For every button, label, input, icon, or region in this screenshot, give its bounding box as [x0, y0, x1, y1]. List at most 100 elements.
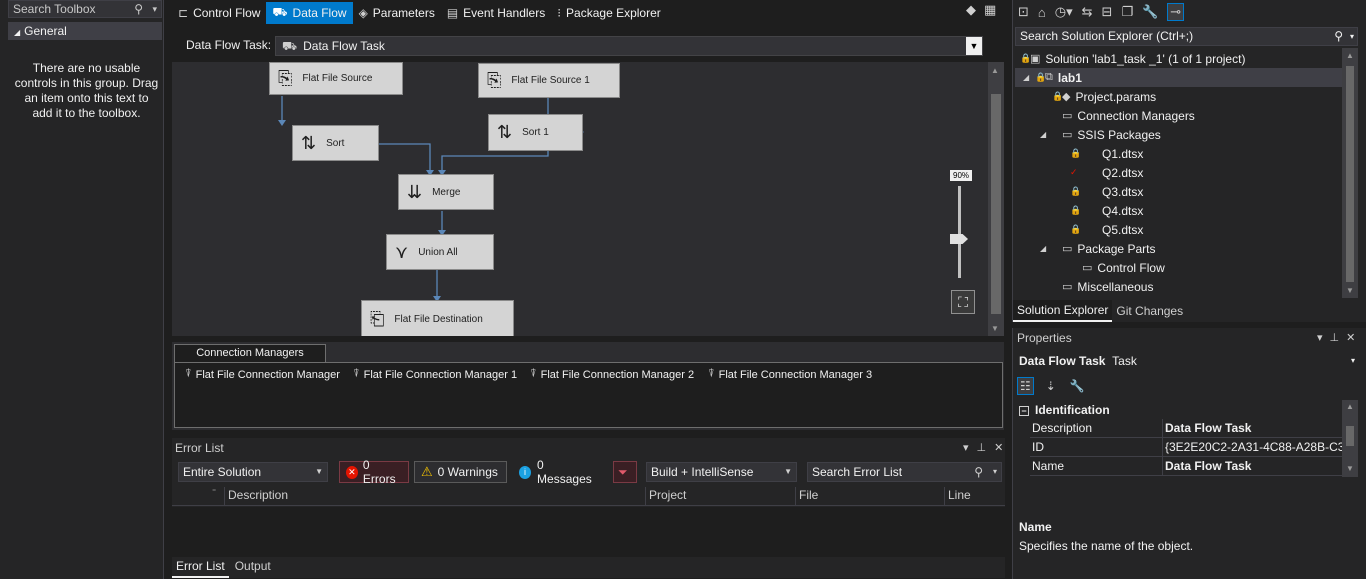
expanded-arrow-icon[interactable]: ◢ [1040, 244, 1052, 253]
tab-git-changes[interactable]: Git Changes [1112, 301, 1187, 321]
tree-item-connection-managers[interactable]: ▭ Connection Managers [1062, 106, 1195, 125]
dropdown-icon[interactable]: ▾ [1317, 331, 1323, 344]
column-separator[interactable] [645, 487, 646, 505]
properties-icon[interactable]: 🔧 [1142, 4, 1158, 20]
column-separator[interactable] [944, 487, 945, 505]
expanded-arrow-icon[interactable]: ◢ [1040, 130, 1052, 139]
connection-manager-item[interactable]: ⍒ Flat File Connection Manager 1 [353, 368, 517, 381]
error-scope-select[interactable]: Entire Solution ▼ [178, 462, 328, 482]
tree-item-control-flow[interactable]: ▭ Control Flow [1082, 258, 1165, 277]
connection-manager-item[interactable]: ⍒ Flat File Connection Manager [185, 368, 340, 381]
scroll-down-icon[interactable]: ▼ [1346, 286, 1354, 295]
tab-solution-explorer[interactable]: Solution Explorer [1013, 300, 1113, 322]
tab-control-flow[interactable]: ⊏ Control Flow [172, 2, 266, 24]
property-value[interactable]: Data Flow Task [1165, 457, 1342, 475]
property-category-identification[interactable]: − Identification [1015, 401, 1342, 419]
column-separator[interactable] [795, 487, 796, 505]
categorized-icon[interactable]: ☷ [1017, 377, 1034, 395]
show-all-files-icon[interactable]: ❐ [1121, 4, 1133, 20]
node-flat-file-destination[interactable]: ⎗ Flat File Destination [361, 300, 514, 336]
node-union-all[interactable]: ⋎ Union All [386, 234, 494, 270]
property-row[interactable]: Name Data Flow Task [1030, 457, 1342, 476]
column-header-project[interactable]: Project [649, 488, 686, 502]
toolbox-group-general[interactable]: ◢ General [8, 22, 162, 40]
tab-parameters[interactable]: ◈ Parameters [353, 2, 441, 24]
variables-icon[interactable]: ◆ [966, 2, 976, 18]
canvas-vertical-scrollbar[interactable]: ▲ ▼ [988, 62, 1004, 336]
scrollbar-thumb[interactable] [1346, 66, 1354, 282]
collapse-all-icon[interactable]: ⊟ [1102, 4, 1113, 20]
tab-package-explorer[interactable]: ⁝ Package Explorer [551, 2, 667, 24]
close-icon[interactable]: ✕ [994, 441, 1003, 454]
task-selector-combo[interactable]: ⛟ Data Flow Task ▼ [275, 36, 983, 56]
chevron-down-icon[interactable]: ▼ [966, 37, 982, 55]
node-sort-1[interactable]: ⇅ Sort 1 [488, 114, 583, 151]
connection-manager-item[interactable]: ⍒ Flat File Connection Manager 3 [708, 368, 872, 381]
tree-item-q2[interactable]: ✓ Q2.dtsx [1070, 163, 1143, 182]
scroll-up-icon[interactable]: ▲ [1346, 402, 1354, 411]
package-icon[interactable]: ▦ [984, 2, 996, 18]
tree-item-miscellaneous[interactable]: ▭ Miscellaneous [1062, 277, 1153, 296]
messages-filter-button[interactable]: i 0 Messages [512, 458, 604, 486]
preview-icon[interactable]: ⊸ [1167, 3, 1185, 21]
tab-output[interactable]: Output [231, 557, 275, 578]
tree-item-q4[interactable]: 🔒 Q4.dtsx [1070, 201, 1143, 220]
column-header-file[interactable]: File [799, 488, 818, 502]
tree-item-q1[interactable]: 🔒 Q1.dtsx [1070, 144, 1143, 163]
property-column-divider[interactable] [1162, 419, 1163, 476]
tree-item-project-params[interactable]: 🔒 ◆ Project.params [1052, 87, 1156, 106]
property-pages-icon[interactable]: 🔧 [1068, 378, 1087, 394]
tab-connection-managers[interactable]: Connection Managers [174, 344, 326, 362]
tree-item-q3[interactable]: 🔒 Q3.dtsx [1070, 182, 1143, 201]
tree-item-package-parts[interactable]: ◢ ▭ Package Parts [1040, 239, 1155, 258]
scroll-down-icon[interactable]: ▼ [1346, 464, 1354, 473]
pin-icon[interactable]: ⊥ [977, 441, 987, 454]
node-flat-file-source-1[interactable]: ⎘ Flat File Source 1 [478, 63, 620, 98]
alphabetical-icon[interactable]: ⇣ [1044, 378, 1058, 394]
toolbox-search-input[interactable]: Search Toolbox ⚲ ▾ [8, 0, 162, 18]
property-row[interactable]: ID {3E2E20C2-2A31-4C88-A28B-C3E3 [1030, 438, 1342, 457]
home-icon[interactable]: ⌂ [1038, 5, 1046, 20]
scroll-up-icon[interactable]: ▲ [1346, 51, 1354, 60]
tab-event-handlers[interactable]: ▤ Event Handlers [441, 2, 551, 24]
errors-filter-button[interactable]: ✕ 0 Errors [339, 458, 409, 486]
column-header-line[interactable]: Line [948, 488, 971, 502]
property-row[interactable]: Description Data Flow Task [1030, 419, 1342, 438]
switch-views-icon[interactable]: ⊡ [1018, 4, 1029, 20]
zoom-to-fit-button[interactable]: ⛶ [951, 290, 975, 314]
pending-changes-icon[interactable]: ◷▾ [1055, 4, 1073, 20]
solution-explorer-scrollbar[interactable]: ▲ ▼ [1342, 48, 1358, 298]
filter-button[interactable]: ⏷ [613, 461, 637, 483]
zoom-slider-track[interactable] [958, 186, 961, 278]
properties-object-selector[interactable]: Data Flow Task Task ▾ [1015, 351, 1358, 371]
tree-item-solution[interactable]: 🔒 ▣ Solution 'lab1_task _1' (1 of 1 projec… [1020, 49, 1245, 68]
chevron-down-icon[interactable]: ▾ [152, 1, 157, 17]
build-filter-select[interactable]: Build + IntelliSense ▼ [646, 462, 797, 482]
tree-item-project[interactable]: ◢ 🔒 ⧉ lab1 [1015, 68, 1342, 87]
solution-explorer-search-input[interactable]: Search Solution Explorer (Ctrl+;) ⚲ ▾ [1015, 27, 1358, 46]
properties-scrollbar[interactable]: ▲ ▼ [1342, 400, 1358, 477]
property-value[interactable]: Data Flow Task [1165, 419, 1342, 437]
node-merge[interactable]: ⇊ Merge [398, 174, 494, 210]
node-sort[interactable]: ⇅ Sort [292, 125, 379, 161]
tab-error-list[interactable]: Error List [172, 557, 229, 578]
scroll-up-icon[interactable]: ▲ [991, 66, 999, 75]
tree-item-q5[interactable]: 🔒 Q5.dtsx [1070, 220, 1143, 239]
data-flow-canvas[interactable]: ⎘ Flat File Source ⎘ Flat File Source 1 ⇅ S… [172, 62, 988, 336]
scroll-down-icon[interactable]: ▼ [991, 324, 999, 333]
dropdown-icon[interactable]: ▾ [963, 441, 969, 454]
connection-manager-item[interactable]: ⍒ Flat File Connection Manager 2 [530, 368, 694, 381]
scrollbar-thumb[interactable] [991, 94, 1001, 314]
tree-item-ssis-packages[interactable]: ◢ ▭ SSIS Packages [1040, 125, 1161, 144]
expanded-arrow-icon[interactable]: ◢ [1023, 73, 1035, 82]
node-flat-file-source[interactable]: ⎘ Flat File Source [269, 62, 403, 95]
column-header-description[interactable]: Description [228, 488, 288, 502]
collapse-icon[interactable]: − [1019, 406, 1029, 416]
sync-icon[interactable]: ⇆ [1082, 4, 1093, 20]
warnings-filter-button[interactable]: ⚠ 0 Warnings [414, 461, 507, 483]
close-icon[interactable]: ✕ [1346, 331, 1355, 344]
scrollbar-thumb[interactable] [1346, 426, 1354, 446]
tab-data-flow[interactable]: ⛟ Data Flow [266, 1, 353, 24]
property-value[interactable]: {3E2E20C2-2A31-4C88-A28B-C3E3 [1165, 438, 1342, 456]
column-separator[interactable] [224, 487, 225, 505]
